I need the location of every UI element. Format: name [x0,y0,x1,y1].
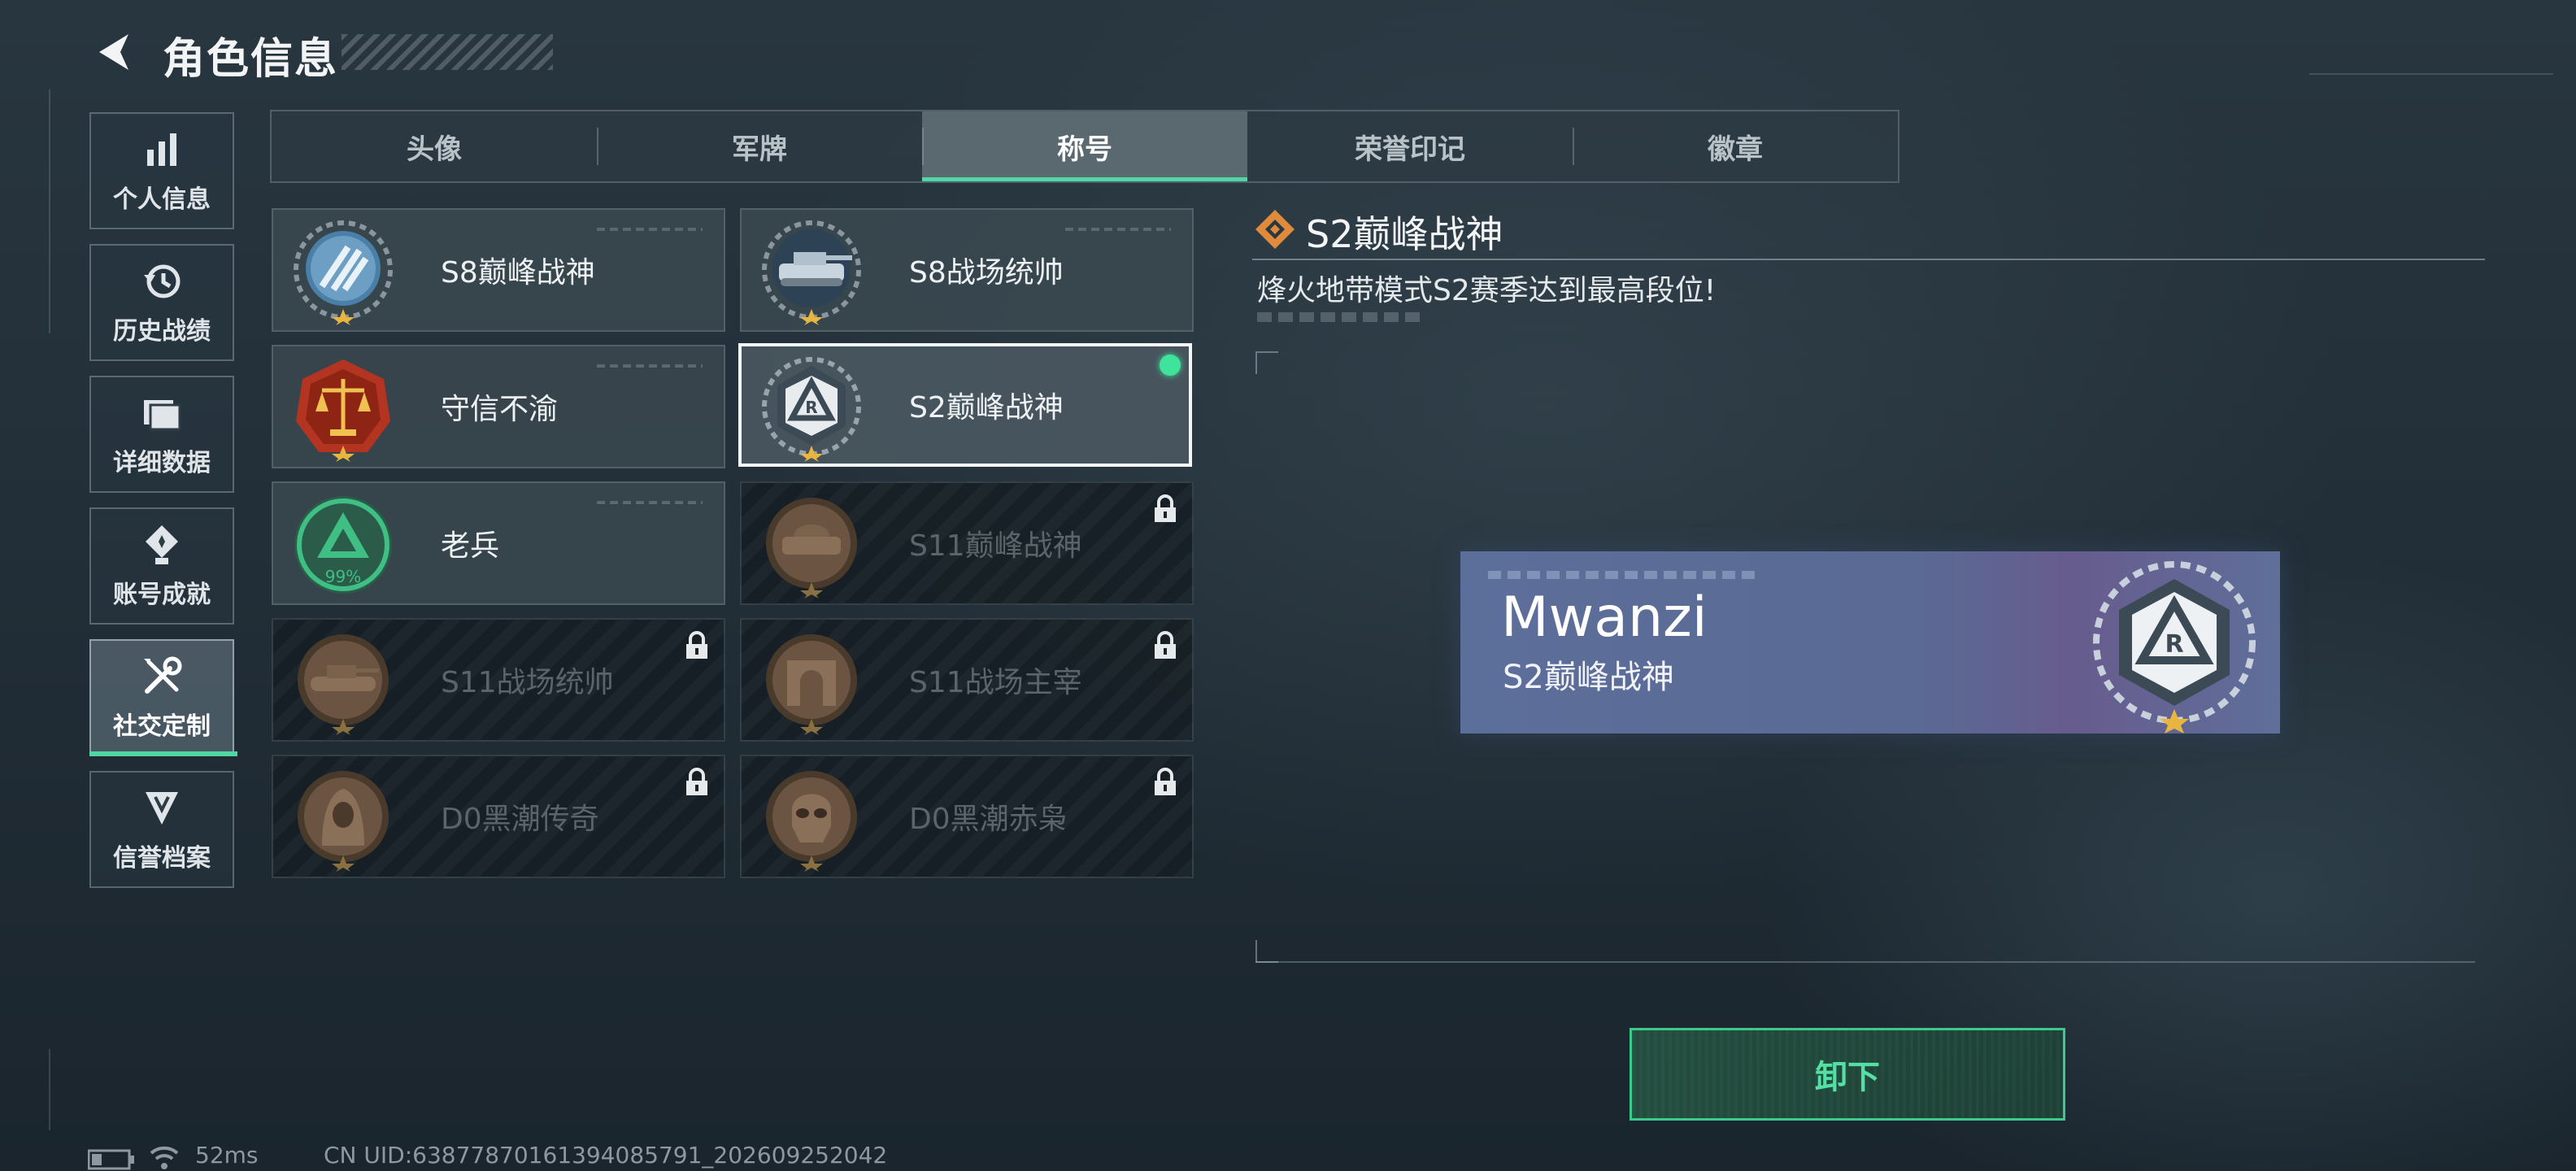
tank-medal-icon [762,220,861,325]
lock-icon [1155,494,1176,522]
lock-icon [1155,768,1176,795]
sidebar-item-label: 个人信息 [113,185,211,214]
back-arrow-icon [99,34,128,70]
preview-frame-corner [1255,940,1278,963]
title-name: S8战场统帅 [909,256,1064,289]
title-card[interactable]: 守信不渝 [272,345,725,468]
user-uid: CN UID:638778701613940857​91_20260925204… [324,1142,888,1169]
title-name: 老兵 [441,529,500,563]
card-decoration [597,364,703,368]
card-decoration [597,501,703,504]
preview-frame-line [1255,961,2475,963]
hooded-figure-medal-icon [298,771,389,872]
title-name: S11巅峰战神 [909,529,1082,563]
tab-honor-mark[interactable]: 荣誉印记 [1247,111,1573,181]
title-name: S11战场统帅 [441,666,614,699]
title-card-locked[interactable]: D0黑潮传奇 [272,755,725,878]
scales-medal-icon [296,359,390,462]
back-button[interactable] [91,29,137,75]
battery-icon [88,1149,134,1170]
shield-rank-icon [146,792,178,825]
bar-chart-icon [147,133,176,166]
skull-mask-medal-icon [766,771,857,872]
title-card[interactable]: S8巅峰战神 [272,208,725,332]
title-name: S8巅峰战神 [441,256,595,289]
bronze-vehicle-medal-icon [766,498,857,599]
bronze-tank-medal-icon [298,634,389,735]
card-decoration [1065,228,1171,231]
sidebar-item-label: 社交定制 [113,712,211,741]
title-card-locked[interactable]: S11战场主宰 [740,618,1194,742]
title-card-locked[interactable]: S11巅峰战神 [740,481,1194,605]
sidebar-item-history[interactable]: 历史战绩 [89,244,234,361]
title-decoration [342,34,553,70]
tab-title[interactable]: 称号 [922,111,1247,181]
sidebar-item-achievements[interactable]: 账号成就 [89,507,234,625]
title-card[interactable]: S8战场统帅 [740,208,1194,332]
svg-text:R: R [2165,630,2183,659]
sidebar-item-personal-info[interactable]: 个人信息 [89,112,234,229]
laurel-stripe-medal-icon [294,220,393,325]
player-name: Mwanzi [1501,586,1708,650]
progress-triangle-medal-icon: 99% [294,496,392,594]
orange-diamond-icon [1255,210,1295,249]
title-name: D0黑潮传奇 [441,803,599,836]
frame-line [2309,73,2553,75]
r-triangle-medal-icon: R [2093,561,2256,734]
unequip-button[interactable]: 卸下 [1630,1028,2065,1121]
tab-avatar[interactable]: 头像 [272,111,597,181]
title-card[interactable]: 99% 老兵 [272,481,725,605]
title-card-selected[interactable]: R S2巅峰战神 [738,343,1192,467]
title-card-locked[interactable]: S11战场统帅 [272,618,725,742]
progress-text: 99% [325,567,361,586]
history-clock-icon [144,264,181,298]
svg-text:R: R [805,398,817,417]
title-name: 守信不渝 [441,393,559,426]
sidebar-item-detail-data[interactable]: 详细数据 [89,376,234,493]
sidebar-active-indicator [89,751,237,756]
plate-decoration [1488,571,1756,579]
sidebar-item-credit-profile[interactable]: 信誉档案 [89,771,234,888]
title-card-locked[interactable]: D0黑潮赤枭 [740,755,1194,878]
unequip-button-label: 卸下 [1815,1059,1880,1096]
wrench-screwdriver-icon [144,656,182,694]
tab-badge[interactable]: 徽章 [1573,111,1898,181]
category-tabs: 头像 军牌 称号 荣誉印记 徽章 [270,110,1899,183]
equipped-indicator [1160,355,1181,376]
title-name: S11战场主宰 [909,666,1082,699]
folder-stack-icon [144,400,181,431]
achievement-medal-icon [146,525,178,564]
bronze-arch-medal-icon [766,634,857,735]
detail-decoration [1257,312,1420,322]
card-decoration [597,228,703,231]
preview-title: S2巅峰战神 [1503,659,1674,696]
detail-divider [1252,259,2485,260]
detail-title: S2巅峰战神 [1306,212,1503,256]
lock-icon [1155,631,1176,659]
page-title: 角色信息 [163,35,339,84]
sidebar-item-label: 账号成就 [113,581,211,609]
detail-description: 烽火地带模式S2赛季达到最高段位! [1257,274,1717,307]
lock-icon [686,768,707,795]
wifi-icon [150,1146,179,1169]
sidebar-item-social-custom[interactable]: 社交定制 [89,639,234,756]
sidebar-item-label: 详细数据 [113,449,211,477]
title-name: S2巅峰战神 [909,391,1064,424]
sidebar-item-label: 历史战绩 [113,317,211,346]
tab-dog-tag[interactable]: 军牌 [597,111,922,181]
frame-line [49,1049,50,1130]
network-ping: 52ms [195,1142,259,1169]
title-name: D0黑潮赤枭 [909,803,1068,836]
preview-frame-corner [1255,351,1278,374]
frame-line [49,89,50,333]
sidebar-item-label: 信誉档案 [113,844,211,873]
r-triangle-medal-icon: R [762,357,861,462]
lock-icon [686,631,707,659]
